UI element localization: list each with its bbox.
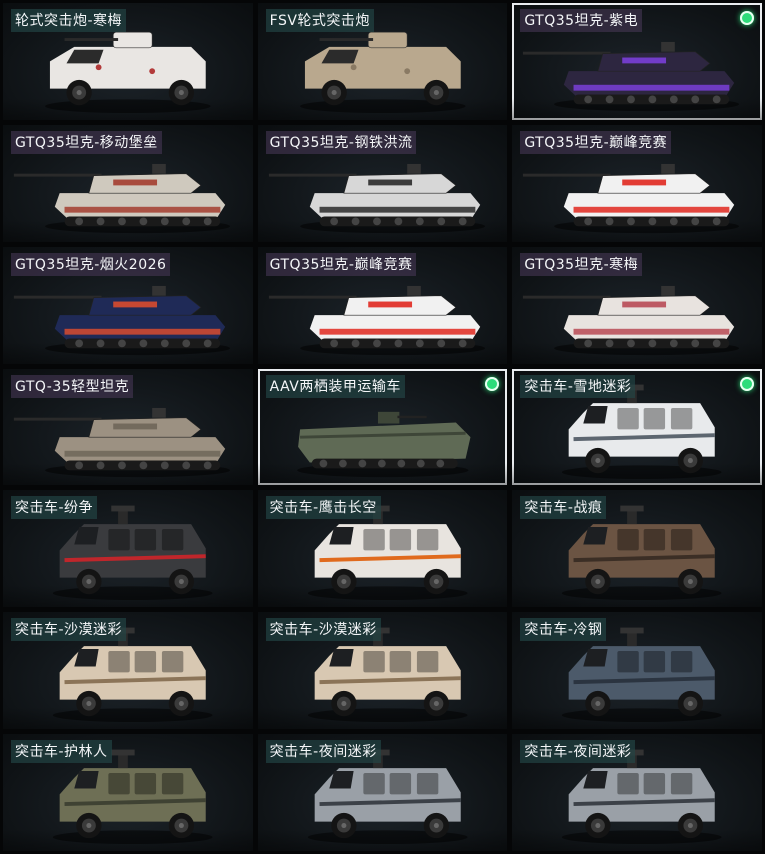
skin-name-label: GTQ35坦克-巅峰竞赛 xyxy=(520,130,672,154)
skin-name-label: 突击车-战痕 xyxy=(520,496,607,520)
skin-name-label: GTQ35坦克-紫电 xyxy=(520,9,643,32)
skin-name-label: GTQ35坦克-钢铁洪流 xyxy=(265,130,417,154)
equipped-indicator-icon xyxy=(740,376,754,391)
vehicle-skin-card[interactable]: 突击车-雪地迷彩 xyxy=(512,368,762,486)
vehicle-skin-card[interactable]: 突击车-战痕 xyxy=(512,490,762,608)
equipped-indicator-icon xyxy=(740,11,754,25)
skin-name-label: 突击车-夜间迷彩 xyxy=(265,740,381,764)
skin-name-label: GTQ-35轻型坦克 xyxy=(11,374,134,398)
vehicle-skin-card[interactable]: 突击车-护林人 xyxy=(3,734,253,851)
vehicle-skin-grid: 轮式突击炮-寒梅 FSV轮式突击炮 GTQ35坦克-紫电 GTQ35坦克-移动堡… xyxy=(0,0,765,854)
skin-name-label: 突击车-冷钢 xyxy=(520,618,607,642)
vehicle-skin-card[interactable]: GTQ35坦克-寒梅 xyxy=(512,246,762,364)
skin-name-label: 突击车-沙漠迷彩 xyxy=(265,618,381,642)
vehicle-skin-card[interactable]: GTQ35坦克-烟火2026 xyxy=(3,246,253,364)
vehicle-skin-card[interactable]: GTQ-35轻型坦克 xyxy=(3,368,253,486)
skin-name-label: FSV轮式突击炮 xyxy=(265,9,374,32)
skin-name-label: 突击车-护林人 xyxy=(11,740,112,764)
skin-name-label: 突击车-沙漠迷彩 xyxy=(11,618,127,642)
vehicle-skin-card[interactable]: 突击车-冷钢 xyxy=(512,612,762,730)
vehicle-skin-card[interactable]: FSV轮式突击炮 xyxy=(257,3,508,120)
vehicle-skin-card[interactable]: 突击车-鹰击长空 xyxy=(257,490,508,608)
skin-name-label: 突击车-夜间迷彩 xyxy=(520,740,636,764)
vehicle-skin-card[interactable]: 轮式突击炮-寒梅 xyxy=(3,3,253,120)
skin-name-label: 轮式突击炮-寒梅 xyxy=(11,9,127,32)
vehicle-skin-card[interactable]: 突击车-夜间迷彩 xyxy=(512,734,762,851)
vehicle-skin-card[interactable]: 突击车-沙漠迷彩 xyxy=(257,612,508,730)
vehicle-skin-card[interactable]: 突击车-夜间迷彩 xyxy=(257,734,508,851)
skin-name-label: 突击车-纷争 xyxy=(11,496,98,520)
skin-name-label: GTQ35坦克-移动堡垒 xyxy=(11,130,162,154)
vehicle-skin-card[interactable]: GTQ35坦克-钢铁洪流 xyxy=(257,124,508,242)
vehicle-skin-card[interactable]: 突击车-沙漠迷彩 xyxy=(3,612,253,730)
vehicle-skin-card[interactable]: GTQ35坦克-巅峰竞赛 xyxy=(257,246,508,364)
equipped-indicator-icon xyxy=(485,376,500,391)
skin-name-label: GTQ35坦克-寒梅 xyxy=(520,252,643,276)
vehicle-skin-card[interactable]: AAV两栖装甲运输车 xyxy=(257,368,508,486)
vehicle-skin-card[interactable]: 突击车-纷争 xyxy=(3,490,253,608)
vehicle-skin-card[interactable]: GTQ35坦克-巅峰竞赛 xyxy=(512,124,762,242)
skin-name-label: 突击车-雪地迷彩 xyxy=(520,374,636,398)
skin-name-label: GTQ35坦克-烟火2026 xyxy=(11,252,171,276)
vehicle-skin-card[interactable]: GTQ35坦克-移动堡垒 xyxy=(3,124,253,242)
skin-name-label: GTQ35坦克-巅峰竞赛 xyxy=(265,252,417,276)
skin-name-label: AAV两栖装甲运输车 xyxy=(265,374,405,398)
vehicle-skin-card[interactable]: GTQ35坦克-紫电 xyxy=(512,3,762,120)
skin-name-label: 突击车-鹰击长空 xyxy=(265,496,381,520)
